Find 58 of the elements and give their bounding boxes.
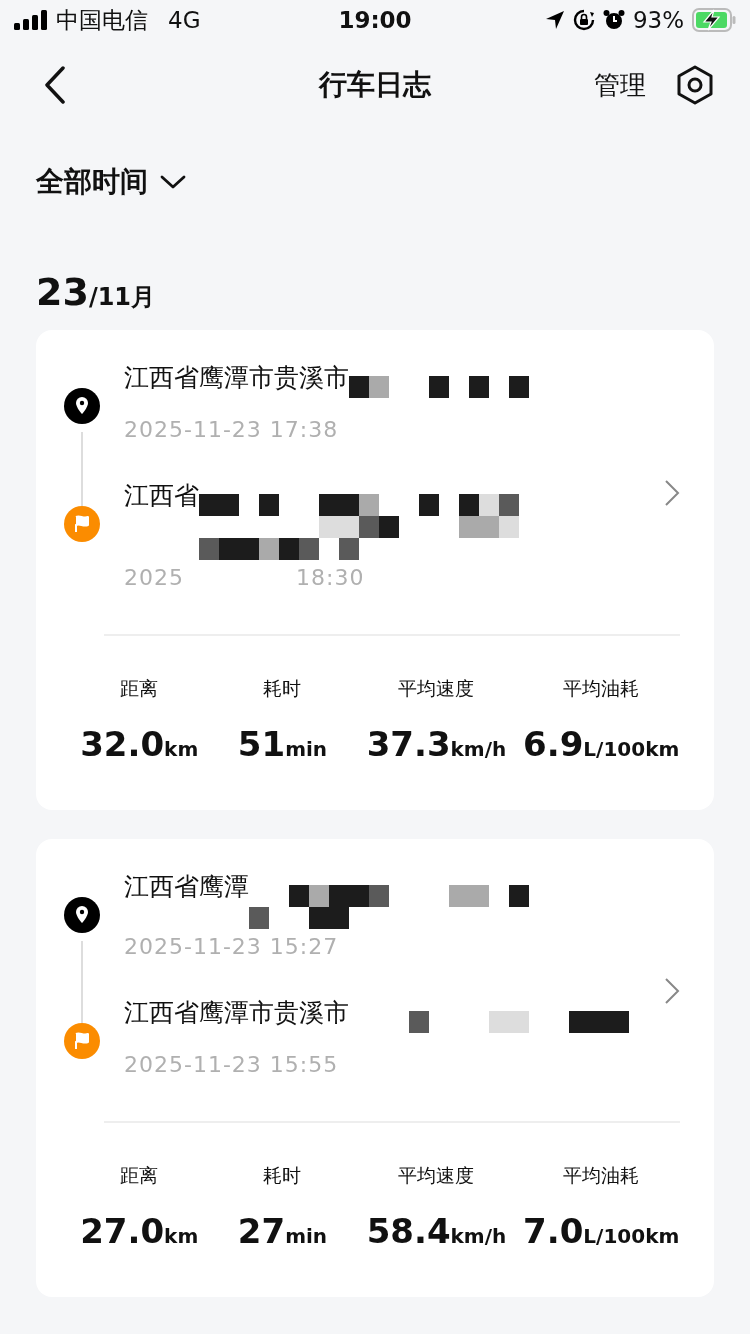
stat-value: 27	[237, 1211, 286, 1251]
stat-label: 平均速度	[398, 1163, 475, 1188]
settings-button[interactable]	[676, 65, 714, 105]
trip-time: 18:30	[296, 564, 365, 592]
stat-label: 耗时	[263, 1163, 302, 1188]
page-title: 行车日志	[319, 67, 431, 103]
back-button[interactable]	[44, 66, 66, 104]
network-type: 4G	[168, 7, 201, 33]
stat-label: 距离	[120, 676, 159, 701]
stat-value: 6.9	[523, 724, 584, 764]
date-day: 23	[36, 270, 89, 314]
stat-unit: km	[164, 1224, 199, 1248]
stat-label: 平均速度	[398, 676, 475, 701]
stat-label: 平均油耗	[563, 676, 640, 701]
stat-label: 耗时	[263, 676, 302, 701]
battery-percent: 93%	[632, 7, 684, 33]
location-pin-icon	[64, 388, 100, 424]
stat-unit: km/h	[450, 1224, 507, 1248]
stat-unit: L/100km	[583, 737, 680, 761]
stat-unit: km/h	[450, 737, 507, 761]
address-text: 江西省鹰潭市贵溪市	[124, 997, 349, 1029]
trip-time: 2025	[124, 564, 184, 592]
location-arrow-icon	[544, 10, 565, 30]
trip-time: 2025-11-23 17:38	[124, 416, 339, 444]
trip-time: 2025-11-23 15:55	[124, 1051, 339, 1079]
stat-value: 58.4	[366, 1211, 451, 1251]
status-time: 19:00	[337, 7, 413, 33]
carrier-name: 中国电信	[56, 5, 148, 35]
stat-value: 7.0	[523, 1211, 584, 1251]
stat-value: 37.3	[366, 724, 451, 764]
address-text: 江西省	[124, 480, 199, 512]
battery-charging-icon	[692, 8, 736, 32]
rotation-lock-icon	[572, 9, 595, 31]
address-text: 江西省鹰潭	[124, 871, 249, 903]
trip-time: 2025-11-23 15:27	[124, 933, 339, 961]
stat-unit: min	[285, 1224, 328, 1248]
chevron-right-icon	[664, 479, 680, 507]
stat-unit: km	[164, 737, 199, 761]
signal-icon	[14, 10, 48, 30]
trip-card[interactable]: 江西省鹰潭市贵溪市 2025-11-23 17:38 江西省 2025 18:30 距离 32.0km 耗时 51min 平均速度 37.3km/h 平均油耗 6.9L/100km	[36, 330, 714, 810]
trip-card[interactable]: 江西省鹰潭 2025-11-23 15:27 江西省鹰潭市贵溪市 2025-11-23 15:55 距离 27.0km 耗时 27min 平均速度 58.4km/h 平均油耗 7.0L/100km	[36, 839, 714, 1297]
flag-icon	[64, 506, 100, 542]
time-filter-dropdown[interactable]: 全部时间	[36, 162, 186, 202]
stat-value: 27.0	[80, 1211, 165, 1251]
stat-label: 距离	[120, 1163, 159, 1188]
date-month: /11月	[88, 283, 156, 313]
stat-value: 32.0	[80, 724, 165, 764]
flag-icon	[64, 1023, 100, 1059]
address-text: 江西省鹰潭市贵溪市	[124, 362, 349, 394]
alarm-icon	[602, 9, 625, 31]
stat-unit: L/100km	[583, 1224, 680, 1248]
location-pin-icon	[64, 897, 100, 933]
stat-value: 51	[237, 724, 286, 764]
stat-label: 平均油耗	[563, 1163, 640, 1188]
chevron-right-icon	[664, 977, 680, 1005]
chevron-down-icon	[160, 174, 186, 190]
manage-button[interactable]: 管理	[594, 67, 646, 103]
stat-unit: min	[285, 737, 328, 761]
